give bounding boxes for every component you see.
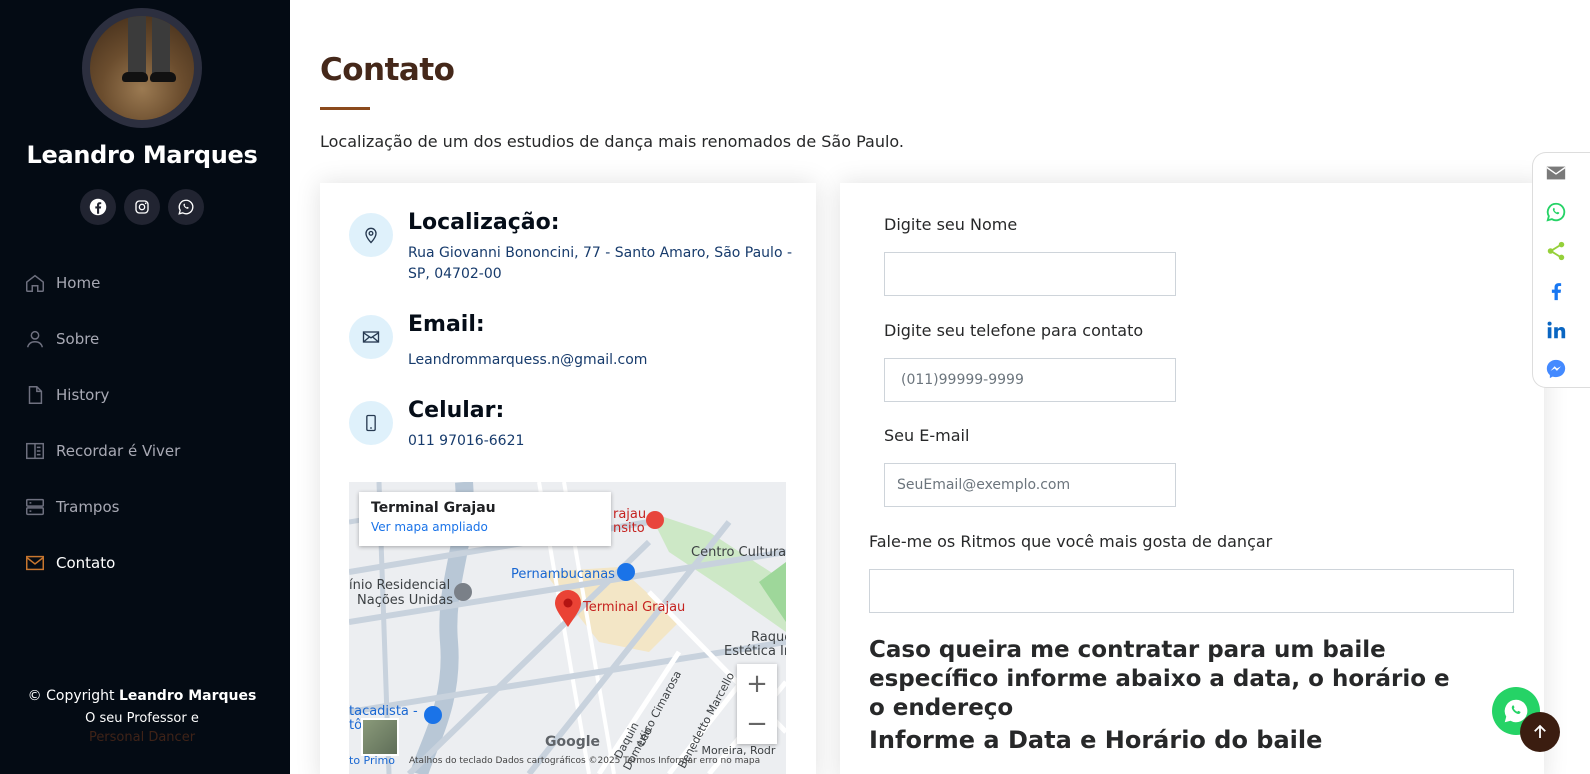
- whatsapp-icon: [1546, 202, 1566, 222]
- location-address: Rua Giovanni Bononcini, 77 - Santo Amaro…: [408, 245, 793, 282]
- map-label-store: Pernambucanas: [511, 567, 615, 582]
- house-icon: [26, 274, 44, 292]
- nav-label: History: [56, 386, 110, 404]
- map-marker-icon[interactable]: [554, 590, 582, 628]
- share-linkedin[interactable]: [1533, 310, 1590, 349]
- email-icon: [1546, 166, 1566, 180]
- page-title: Contato: [320, 52, 455, 88]
- share-bar: [1532, 152, 1590, 388]
- map-zoom-controls: + −: [737, 664, 777, 744]
- whatsapp-link[interactable]: [168, 189, 204, 225]
- phone-number[interactable]: 011 97016-6621: [408, 431, 798, 452]
- map-label-transito2: nsito: [613, 521, 645, 536]
- satellite-toggle[interactable]: [361, 718, 399, 756]
- sidebar: Leandro Marques Home Sobre History Recor…: [0, 0, 290, 774]
- share-email[interactable]: [1533, 153, 1590, 192]
- rhythms-input[interactable]: [869, 569, 1514, 613]
- map-place-title: Terminal Grajau: [371, 500, 496, 516]
- phone-title: Celular:: [408, 398, 505, 423]
- location-title: Localização:: [408, 210, 560, 235]
- map-label-estetica: Estética In: [724, 644, 786, 659]
- arrow-up-icon: [1534, 724, 1546, 738]
- social-links: [80, 189, 204, 225]
- page-subtitle: Localização de um dos estudios de dança …: [320, 132, 904, 151]
- whatsapp-icon: [178, 199, 194, 215]
- credits: O seu Professor e Personal Dancer: [85, 711, 199, 745]
- phone-label: Digite seu telefone para contato: [884, 321, 1144, 340]
- phone-input[interactable]: (011)99999-9999: [884, 358, 1176, 402]
- avatar: [82, 8, 202, 128]
- nav-item-recordar[interactable]: Recordar é Viver: [24, 423, 274, 479]
- envelope-icon: [26, 555, 44, 571]
- title-underline: [320, 107, 370, 110]
- nav-label: Trampos: [56, 498, 120, 516]
- embedded-map[interactable]: Terminal Grajau Pernambucanas ínio Resid…: [349, 482, 786, 774]
- copyright: © Copyright Leandro Marques: [27, 688, 257, 704]
- share-facebook[interactable]: [1533, 271, 1590, 310]
- map-label-raque: Raque: [751, 630, 786, 645]
- instagram-icon: [135, 200, 149, 214]
- share-whatsapp[interactable]: [1533, 192, 1590, 231]
- linkedin-icon: [1547, 321, 1566, 339]
- person-icon: [26, 330, 44, 348]
- credits-link[interactable]: Personal Dancer: [89, 730, 195, 745]
- map-place-card: Terminal Grajau Ver mapa ampliado: [359, 492, 611, 546]
- nav-label: Sobre: [56, 330, 100, 348]
- nav-item-history[interactable]: History: [24, 367, 274, 423]
- email-address[interactable]: Leandrommarquess.n@gmail.com: [408, 350, 798, 371]
- instagram-link[interactable]: [124, 189, 160, 225]
- server-icon: [26, 498, 44, 516]
- map-label-atacadista: tacadista -: [349, 704, 418, 719]
- main-nav: Home Sobre History Recordar é Viver Tram…: [24, 255, 274, 591]
- nav-item-home[interactable]: Home: [24, 255, 274, 311]
- facebook-link[interactable]: [80, 189, 116, 225]
- envelope-icon: [349, 315, 393, 359]
- hire-heading: Caso queira me contratar para um baile e…: [869, 637, 1450, 721]
- messenger-icon: [1546, 359, 1566, 379]
- nav-label: Home: [56, 274, 101, 292]
- nav-label: Recordar é Viver: [56, 442, 181, 460]
- nav-item-trampos[interactable]: Trampos: [24, 479, 274, 535]
- nav-item-contato[interactable]: Contato: [24, 535, 274, 591]
- phone-icon: [349, 401, 393, 445]
- email-title: Email:: [408, 312, 485, 337]
- nav-item-sobre[interactable]: Sobre: [24, 311, 274, 367]
- name-label: Digite seu Nome: [884, 215, 1018, 234]
- nav-label: Contato: [56, 554, 116, 572]
- facebook-icon: [89, 198, 107, 216]
- email-input[interactable]: SeuEmail@exemplo.com: [884, 463, 1176, 507]
- name-input[interactable]: [884, 252, 1176, 296]
- file-icon: [28, 386, 43, 404]
- back-to-top-button[interactable]: [1520, 712, 1560, 752]
- map-larger-link[interactable]: Ver mapa ampliado: [371, 520, 599, 534]
- zoom-in-button[interactable]: +: [737, 664, 777, 704]
- email-label: Seu E-mail: [884, 426, 970, 445]
- facebook-icon: [1551, 282, 1562, 300]
- map-label-residencial: ínio Residencial: [349, 578, 451, 593]
- map-label-transito1: rajau: [613, 507, 647, 522]
- site-name[interactable]: Leandro Marques: [0, 141, 284, 169]
- google-logo: Google: [545, 734, 601, 750]
- map-label-centro: Centro Cultural: [691, 545, 786, 560]
- share-generic[interactable]: [1533, 232, 1590, 271]
- share-icon: [1547, 242, 1565, 261]
- map-pin-icon: [349, 213, 393, 257]
- book-icon: [26, 442, 44, 460]
- date-heading: Informe a Data e Horário do baile: [869, 726, 1323, 754]
- map-label-nacoes: Nações Unidas: [357, 593, 454, 608]
- share-messenger[interactable]: [1533, 349, 1590, 388]
- sidebar-footer: © Copyright Leandro Marques O seu Profes…: [0, 688, 284, 747]
- zoom-out-button[interactable]: −: [737, 704, 777, 744]
- rhythms-label: Fale-me os Ritmos que você mais gosta de…: [869, 532, 1273, 551]
- map-footer: Atalhos do teclado Dados cartográficos ©…: [409, 756, 761, 766]
- map-label-pin: Terminal Grajau: [583, 600, 686, 615]
